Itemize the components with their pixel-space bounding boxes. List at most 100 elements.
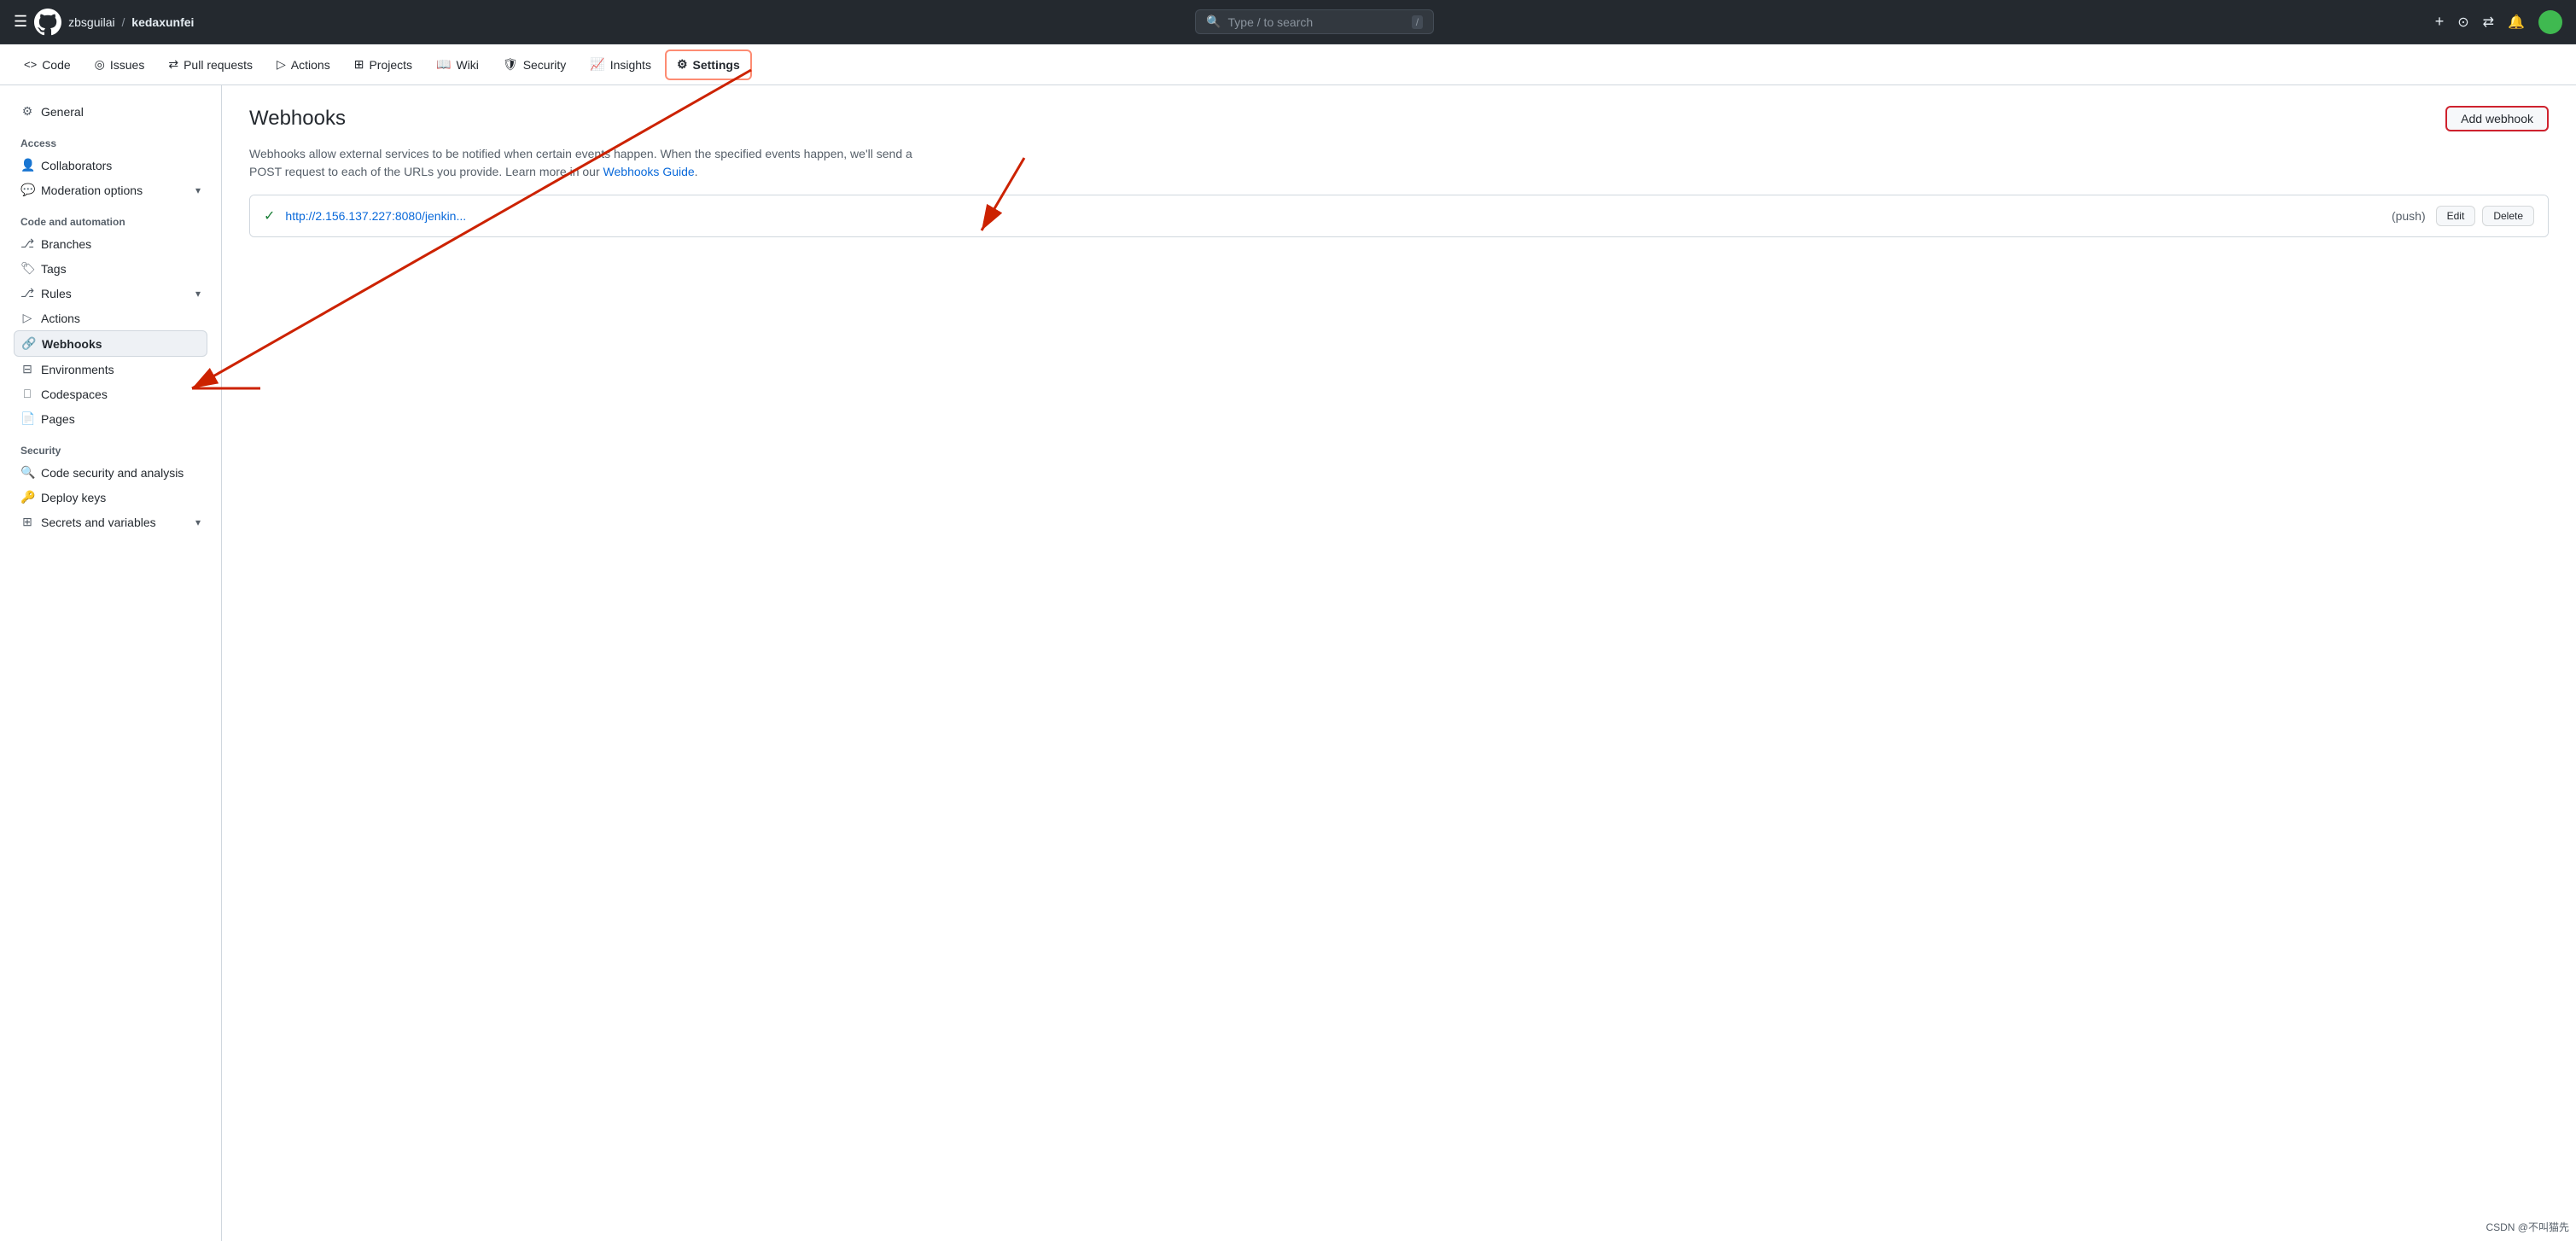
repo-owner-link[interactable]: zbsguilai (68, 15, 114, 29)
sidebar-item-webhooks[interactable]: 🔗 Webhooks (14, 330, 207, 357)
sidebar-item-actions[interactable]: ▷ Actions (14, 306, 207, 330)
nav-actions[interactable]: ▷ Actions (266, 50, 341, 80)
pr-icon[interactable]: ⇄ (2483, 14, 2494, 31)
sidebar-rules-label: Rules (41, 287, 72, 300)
sidebar-code-automation-section: Code and automation (14, 209, 207, 231)
nav-issues-label: Issues (110, 58, 144, 72)
nav-wiki-label: Wiki (456, 58, 478, 72)
moderation-chevron-icon: ▾ (195, 184, 201, 196)
security-icon: 🛡 (503, 57, 518, 72)
sidebar-item-codespaces[interactable]: ⎕ Codespaces (14, 382, 207, 406)
deploy-keys-icon: 🔑 (20, 490, 34, 504)
sidebar-webhooks-label: Webhooks (42, 337, 102, 351)
add-webhook-button[interactable]: Add webhook (2445, 106, 2549, 131)
webhooks-description: Webhooks allow external services to be n… (249, 145, 932, 181)
sidebar-security-section: Security (14, 438, 207, 460)
inbox-icon[interactable]: 🔔 (2508, 14, 2525, 31)
collaborators-icon: 👤 (20, 158, 34, 172)
code-security-icon: 🔍 (20, 465, 34, 480)
rules-chevron-icon: ▾ (195, 288, 201, 300)
page-title: Webhooks (249, 107, 346, 131)
wiki-icon: 📖 (436, 57, 451, 72)
sidebar-item-rules[interactable]: ⎇ Rules ▾ (14, 281, 207, 306)
branches-icon: ⎇ (20, 236, 34, 251)
webhooks-guide-link[interactable]: Webhooks Guide (603, 165, 695, 178)
nav-projects[interactable]: ⊞ Projects (344, 50, 423, 80)
repo-path: zbsguilai / kedaxunfei (68, 15, 194, 29)
nav-pull-requests[interactable]: ⇄ Pull requests (158, 50, 263, 80)
sidebar-branches-label: Branches (41, 237, 91, 251)
nav-actions-label: Actions (291, 58, 330, 72)
webhook-edit-button[interactable]: Edit (2436, 206, 2476, 226)
pull-requests-icon: ⇄ (168, 57, 178, 72)
webhook-delete-button[interactable]: Delete (2482, 206, 2534, 226)
annotation-arrows (0, 0, 2576, 1241)
moderation-icon: 💬 (20, 183, 34, 197)
nav-insights[interactable]: 📈 Insights (580, 50, 661, 80)
sidebar-codespaces-label: Codespaces (41, 387, 108, 401)
nav-issues[interactable]: ◎ Issues (85, 50, 155, 80)
sidebar-environments-label: Environments (41, 363, 114, 376)
sidebar-item-general[interactable]: ⚙ General (14, 99, 207, 124)
sidebar-actions-label: Actions (41, 312, 80, 325)
issue-icon[interactable]: ⊙ (2457, 14, 2468, 31)
search-icon: 🔍 (1206, 15, 1221, 29)
issues-icon: ◎ (95, 57, 105, 72)
sidebar-item-moderation[interactable]: 💬 Moderation options ▾ (14, 178, 207, 202)
rules-icon: ⎇ (20, 286, 34, 300)
avatar[interactable] (2538, 10, 2562, 34)
sidebar-moderation-label: Moderation options (41, 184, 143, 197)
nav-code[interactable]: <> Code (14, 50, 81, 80)
sidebar-item-pages[interactable]: 📄 Pages (14, 406, 207, 431)
nav-wiki[interactable]: 📖 Wiki (426, 50, 489, 80)
sidebar-item-code-security[interactable]: 🔍 Code security and analysis (14, 460, 207, 485)
actions-icon: ▷ (277, 57, 286, 72)
general-icon: ⚙ (20, 104, 34, 119)
webhook-item: ✓ http://2.156.137.227:8080/jenkin... (p… (250, 195, 2548, 236)
codespaces-icon: ⎕ (20, 387, 34, 401)
webhook-status-icon: ✓ (264, 207, 275, 224)
sidebar-item-collaborators[interactable]: 👤 Collaborators (14, 153, 207, 178)
sidebar-item-deploy-keys[interactable]: 🔑 Deploy keys (14, 485, 207, 510)
pages-icon: 📄 (20, 411, 34, 426)
code-icon: <> (24, 58, 37, 71)
repo-name-link[interactable]: kedaxunfei (131, 15, 194, 29)
insights-icon: 📈 (590, 57, 604, 72)
sidebar-item-secrets[interactable]: ⊞ Secrets and variables ▾ (14, 510, 207, 534)
watermark: CSDN @不叫猫先 (2486, 1220, 2569, 1234)
github-logo (34, 9, 61, 36)
webhook-list: ✓ http://2.156.137.227:8080/jenkin... (p… (249, 195, 2549, 237)
webhooks-icon: 🔗 (21, 336, 35, 351)
sidebar-collaborators-label: Collaborators (41, 159, 112, 172)
tags-icon: 🏷 (20, 261, 34, 276)
projects-icon: ⊞ (354, 57, 364, 72)
webhook-url[interactable]: http://2.156.137.227:8080/jenkin... (285, 209, 2381, 223)
plus-icon[interactable]: + (2435, 13, 2445, 31)
sidebar-access-section: Access (14, 131, 207, 153)
path-separator: / (122, 15, 125, 29)
nav-settings-label: Settings (693, 58, 740, 72)
sidebar-item-tags[interactable]: 🏷 Tags (14, 256, 207, 281)
search-box[interactable]: 🔍 Type / to search / (1195, 9, 1434, 34)
sidebar-secrets-label: Secrets and variables (41, 516, 156, 529)
webhook-event: (push) (2392, 209, 2426, 223)
sidebar-deploy-keys-label: Deploy keys (41, 491, 106, 504)
nav-settings[interactable]: ⚙ Settings (665, 50, 752, 80)
hamburger-menu[interactable]: ☰ (14, 13, 27, 31)
sidebar-general-label: General (41, 105, 84, 119)
nav-security[interactable]: 🛡 Security (492, 50, 576, 80)
nav-code-label: Code (42, 58, 70, 72)
sidebar-code-security-label: Code security and analysis (41, 466, 184, 480)
sidebar-item-branches[interactable]: ⎇ Branches (14, 231, 207, 256)
nav-pull-requests-label: Pull requests (184, 58, 253, 72)
nav-projects-label: Projects (369, 58, 412, 72)
sidebar-actions-icon: ▷ (20, 311, 34, 325)
nav-security-label: Security (523, 58, 567, 72)
environments-icon: ⊟ (20, 362, 34, 376)
search-slash-hint: / (1412, 15, 1423, 29)
secrets-chevron-icon: ▾ (195, 516, 201, 528)
sidebar-tags-label: Tags (41, 262, 67, 276)
nav-insights-label: Insights (610, 58, 651, 72)
sidebar-pages-label: Pages (41, 412, 75, 426)
sidebar-item-environments[interactable]: ⊟ Environments (14, 357, 207, 382)
